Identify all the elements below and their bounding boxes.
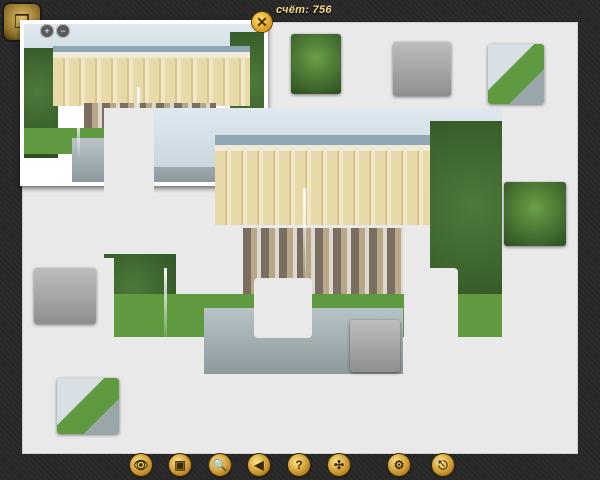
settings-icon[interactable]: ⚙	[388, 454, 410, 476]
help-icon[interactable]: ?	[288, 454, 310, 476]
magnifier-icon[interactable]: 🔍	[209, 454, 231, 476]
empty-slot	[404, 268, 458, 374]
puzzle-piece[interactable]	[488, 44, 544, 104]
bottom-toolbar: 👁 ▣ 🔍 ◀ ? ✣ ⚙ ⎋	[0, 452, 600, 480]
picture-icon[interactable]: ▣	[169, 454, 191, 476]
zoom-in-icon[interactable]: +	[40, 24, 54, 38]
zoom-out-icon[interactable]: −	[56, 24, 70, 38]
empty-slot	[104, 258, 114, 374]
puzzle-piece[interactable]	[57, 378, 119, 434]
puzzle-piece[interactable]	[291, 34, 341, 94]
back-arrow-icon[interactable]: ◀	[248, 454, 270, 476]
empty-slot	[254, 278, 312, 338]
puzzle-piece[interactable]	[504, 182, 566, 246]
assembled-puzzle[interactable]	[104, 108, 502, 374]
score-label: счёт: 756	[276, 4, 332, 16]
puzzle-piece[interactable]	[350, 320, 400, 372]
exit-icon[interactable]: ⎋	[432, 454, 454, 476]
puzzle-piece[interactable]	[393, 42, 451, 96]
empty-slot	[104, 108, 154, 218]
close-x-icon[interactable]: ✕	[252, 12, 272, 32]
eye-icon[interactable]: 👁	[130, 454, 152, 476]
pieces-icon[interactable]: ✣	[328, 454, 350, 476]
puzzle-piece[interactable]	[34, 268, 96, 324]
